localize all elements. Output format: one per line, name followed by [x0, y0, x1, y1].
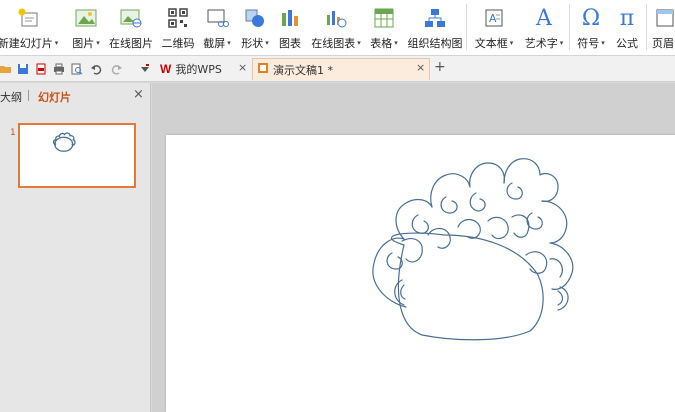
- slide-thumbnail[interactable]: [18, 123, 136, 188]
- new-slide-icon: [15, 5, 41, 31]
- slide-canvas[interactable]: [166, 135, 675, 412]
- textbox-label: 文本框: [474, 37, 508, 50]
- symbol-button[interactable]: Ω 符号 ▾: [574, 3, 608, 55]
- ribbon-divider: [466, 4, 467, 50]
- undo-icon[interactable]: [90, 63, 102, 75]
- tab-outline[interactable]: 大纲: [0, 89, 22, 105]
- textbox-button[interactable]: A 文本框 ▾: [470, 3, 518, 55]
- shapes-label: 形状: [241, 37, 264, 50]
- online-picture-icon: [118, 5, 144, 31]
- pdf-export-icon[interactable]: [35, 63, 47, 75]
- chevron-down-icon: ▾: [227, 39, 231, 47]
- formula-button[interactable]: π 公式: [612, 3, 642, 55]
- chevron-down-icon: ▾: [394, 39, 398, 47]
- wordart-label: 艺术字: [524, 37, 558, 50]
- tab-document-label: 演示文稿1 *: [273, 63, 333, 77]
- org-chart-label: 组织结构图: [407, 37, 463, 50]
- chevron-down-icon: ▾: [54, 39, 59, 47]
- print-preview-icon[interactable]: [71, 63, 83, 75]
- chart-label: 图表: [279, 37, 301, 50]
- online-picture-label: 在线图片: [109, 37, 153, 50]
- symbol-icon: Ω: [578, 5, 604, 31]
- omega-glyph: Ω: [581, 5, 601, 31]
- online-picture-button[interactable]: 在线图片: [108, 3, 154, 55]
- tab-document[interactable]: 演示文稿1 *: [252, 58, 430, 80]
- shapes-button[interactable]: 形状 ▾: [238, 3, 272, 55]
- sheep-drawing: [372, 158, 574, 341]
- org-chart-button[interactable]: 组织结构图: [406, 3, 464, 55]
- screenshot-label: 截屏: [203, 37, 226, 50]
- header-label: 页眉: [652, 37, 674, 50]
- picture-button[interactable]: 图片 ▾: [68, 3, 104, 55]
- panel-tab-divider: [28, 90, 29, 101]
- screenshot-button[interactable]: 截屏 ▾: [200, 3, 234, 55]
- ribbon-divider: [646, 4, 647, 50]
- tab-slides[interactable]: 幻灯片: [38, 89, 71, 105]
- ribbon-toolbar: 新建幻灯片 ▾ 图片 ▾ 在线图片 二维码 截屏 ▾ 形状 ▾ 图表 在线图表 …: [0, 0, 675, 56]
- slide-panel: 大纲 幻灯片 × 1: [0, 83, 151, 412]
- new-slide-button[interactable]: 新建幻灯片 ▾: [0, 3, 58, 55]
- redo-icon[interactable]: [111, 63, 123, 75]
- header-button[interactable]: 页眉: [652, 3, 675, 55]
- svg-text:A: A: [489, 12, 497, 25]
- table-icon: [371, 5, 397, 31]
- thumbnail-sheep-drawing: [52, 132, 76, 152]
- chart-icon: [277, 5, 303, 31]
- chevron-down-icon: ▾: [601, 39, 605, 47]
- new-tab-icon[interactable]: +: [434, 59, 446, 75]
- textbox-icon: A: [481, 5, 507, 31]
- slide-number: 1: [10, 128, 16, 138]
- online-chart-icon: [323, 5, 349, 31]
- chevron-down-icon: ▾: [357, 39, 361, 47]
- picture-label: 图片: [72, 37, 95, 50]
- save-icon[interactable]: [17, 63, 29, 75]
- chevron-down-icon: ▾: [96, 39, 100, 47]
- panel-header: 大纲 幻灯片 ×: [0, 83, 151, 107]
- qrcode-icon: [165, 5, 191, 31]
- open-folder-icon[interactable]: [0, 63, 12, 75]
- shapes-icon: [242, 5, 268, 31]
- formula-label: 公式: [616, 37, 638, 50]
- org-chart-icon: [422, 5, 448, 31]
- header-icon: [652, 5, 675, 31]
- wordart-glyph: A: [536, 5, 552, 31]
- pi-glyph: π: [619, 5, 635, 31]
- customize-dropdown-icon[interactable]: [139, 63, 151, 75]
- quick-access-bar: W 我的WPS × 演示文稿1 * × +: [0, 56, 675, 82]
- wps-logo-icon: W: [160, 62, 172, 76]
- close-icon[interactable]: ×: [416, 61, 425, 74]
- screenshot-icon: [204, 5, 230, 31]
- online-chart-label: 在线图表: [311, 37, 356, 50]
- tab-my-wps-label: 我的WPS: [175, 63, 222, 76]
- chevron-down-icon: ▾: [509, 39, 514, 47]
- presentation-file-icon: [257, 62, 269, 77]
- editing-canvas: [152, 83, 675, 412]
- online-chart-button[interactable]: 在线图表 ▾: [308, 3, 364, 55]
- qrcode-button[interactable]: 二维码: [160, 3, 196, 55]
- close-icon[interactable]: ×: [238, 61, 247, 74]
- close-icon[interactable]: ×: [133, 87, 144, 102]
- formula-icon: π: [614, 5, 640, 31]
- chevron-down-icon: ▾: [559, 39, 564, 47]
- chevron-down-icon: ▾: [265, 39, 269, 47]
- ribbon-divider: [569, 4, 570, 50]
- new-slide-label: 新建幻灯片: [0, 37, 53, 50]
- wordart-icon: A: [531, 5, 557, 31]
- qrcode-label: 二维码: [161, 37, 195, 50]
- wordart-button[interactable]: A 艺术字 ▾: [522, 3, 566, 55]
- symbol-label: 符号: [577, 37, 600, 50]
- chart-button[interactable]: 图表: [276, 3, 304, 55]
- picture-icon: [73, 5, 99, 31]
- table-label: 表格: [370, 37, 393, 50]
- print-icon[interactable]: [53, 63, 65, 75]
- table-button[interactable]: 表格 ▾: [366, 3, 402, 55]
